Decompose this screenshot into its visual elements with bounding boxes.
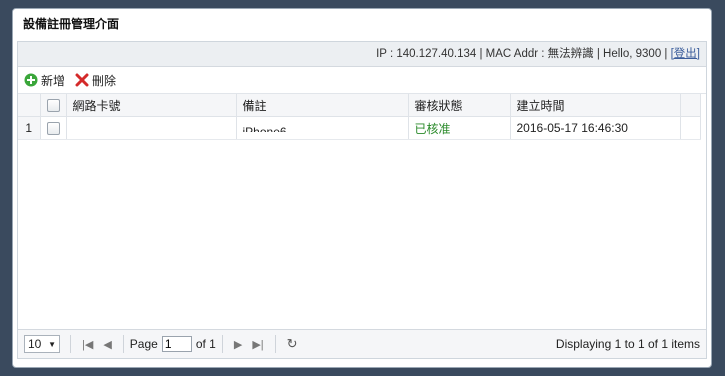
pagination-bar: 10 ▼ |◀ ◀ Page of 1 ▶ ▶| ↻ Displaying 1 … [18,329,706,358]
add-button[interactable]: 新增 [24,72,65,89]
prev-page-icon[interactable]: ◀ [103,338,111,351]
device-management-panel: 設備註冊管理介面 IP : 140.127.40.134 | MAC Addr … [12,8,712,368]
divider [70,335,71,353]
delete-icon [75,73,89,87]
divider [122,335,124,353]
chevron-down-icon: ▼ [48,339,56,349]
column-header-status[interactable]: 審核狀態 [408,94,511,117]
logout-link[interactable]: [登出] [671,48,700,60]
last-page-icon[interactable]: ▶| [252,338,263,351]
row-select-cell [40,116,67,140]
table-row[interactable]: 1 iPhone6 已核准 2016-05-17 16:46:30 [18,116,701,140]
row-number: 1 [18,116,41,140]
datagrid: IP : 140.127.40.134 | MAC Addr : 無法辨識 | … [17,41,707,359]
column-header-created[interactable]: 建立時間 [510,94,681,117]
table-header-row: 網路卡號 備註 審核狀態 建立時間 [18,94,701,117]
toolbar: 新增 刪除 [18,67,706,94]
delete-button-label: 刪除 [92,73,117,88]
refresh-icon[interactable]: ↻ [287,336,298,352]
rownum-header [18,94,41,117]
column-header-mac[interactable]: 網路卡號 [66,94,237,117]
page-total-label: of 1 [195,337,216,351]
panel-title: 設備註冊管理介面 [13,9,711,39]
page-label: Page [129,337,158,351]
cell-status: 已核准 [408,116,511,140]
user-info-text: IP : 140.127.40.134 | MAC Addr : 無法辨識 | … [376,48,671,60]
page-size-select[interactable]: 10 ▼ [24,335,60,353]
select-all-cell [40,94,67,117]
remark-text: iPhone6 [242,125,287,132]
column-header-filler [680,94,701,117]
next-page-icon[interactable]: ▶ [234,338,242,351]
device-table: 網路卡號 備註 審核狀態 建立時間 1 iPhone6 已核准 2016-05-… [18,94,701,140]
add-icon [24,73,38,87]
cell-created: 2016-05-17 16:46:30 [510,116,681,140]
row-checkbox[interactable] [46,122,60,136]
divider [221,335,223,353]
column-header-remark[interactable]: 備註 [236,94,409,117]
page-number-input[interactable] [161,336,192,352]
cell-remark: iPhone6 [236,116,409,140]
display-info: Displaying 1 to 1 of 1 items [555,337,700,351]
select-all-checkbox[interactable] [46,99,60,113]
delete-button[interactable]: 刪除 [75,72,116,89]
divider [274,335,276,353]
cell-mac [66,116,237,140]
user-info-bar: IP : 140.127.40.134 | MAC Addr : 無法辨識 | … [18,42,706,67]
cell-filler [680,116,701,140]
first-page-icon[interactable]: |◀ [82,338,93,351]
page-size-value: 10 [28,337,42,351]
add-button-label: 新增 [41,73,66,88]
